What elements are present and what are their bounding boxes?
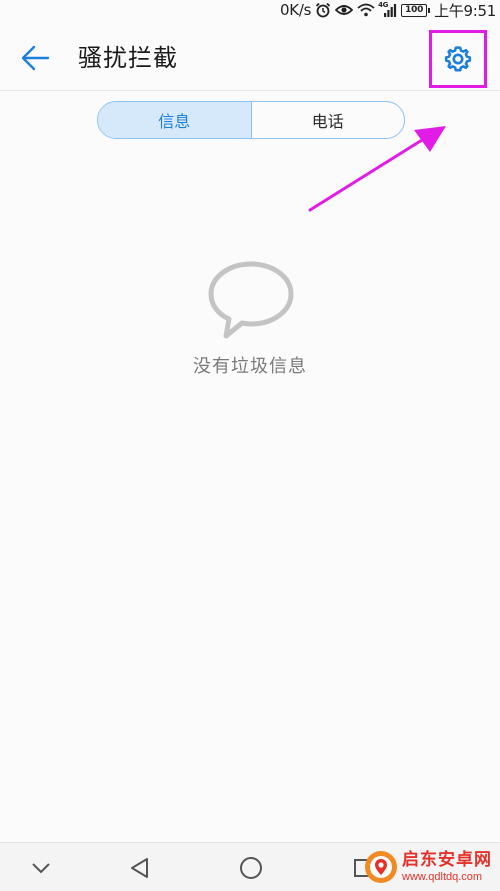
watermark: 启东安卓网 www.qdltdq.com <box>364 847 496 887</box>
watermark-name: 启东安卓网 <box>402 849 492 870</box>
empty-state-message: 没有垃圾信息 <box>193 356 307 377</box>
watermark-url: www.qdltdq.com <box>402 870 483 883</box>
eye-icon <box>335 5 354 15</box>
tab-bar: 信息 电话 <box>97 101 405 139</box>
network-speed: 0K/s <box>280 1 312 19</box>
triangle-back-icon <box>131 858 148 878</box>
gear-icon <box>444 46 472 72</box>
back-button[interactable] <box>18 40 54 76</box>
app-header: 骚扰拦截 <box>0 20 500 91</box>
cell-signal-icon: 4G <box>378 1 397 17</box>
tab-calls[interactable]: 电话 <box>252 102 405 138</box>
network-type: 4G <box>378 1 389 9</box>
battery-level: 100 <box>405 4 424 15</box>
tab-messages[interactable]: 信息 <box>98 102 252 138</box>
alarm-icon <box>315 2 331 18</box>
battery-icon: 100 <box>401 3 431 17</box>
status-bar: 0K/s 4G 100 上午9:51 <box>0 0 500 20</box>
hide-nav-button[interactable] <box>26 853 56 883</box>
nav-home-button[interactable] <box>236 853 266 883</box>
wifi-icon <box>357 3 375 17</box>
page-title: 骚扰拦截 <box>78 44 178 72</box>
nav-back-button[interactable] <box>124 853 154 883</box>
chat-bubble-icon <box>208 261 294 339</box>
watermark-text: 启东安卓网 www.qdltdq.com <box>402 849 492 883</box>
circle-home-icon <box>240 857 262 879</box>
watermark-logo-icon <box>365 851 397 883</box>
settings-button[interactable] <box>429 30 487 88</box>
arrow-left-icon <box>21 45 50 71</box>
status-indicators: 0K/s 4G 100 上午9:51 <box>280 0 496 20</box>
chevron-down-icon <box>32 863 50 874</box>
clock: 上午9:51 <box>434 1 496 20</box>
